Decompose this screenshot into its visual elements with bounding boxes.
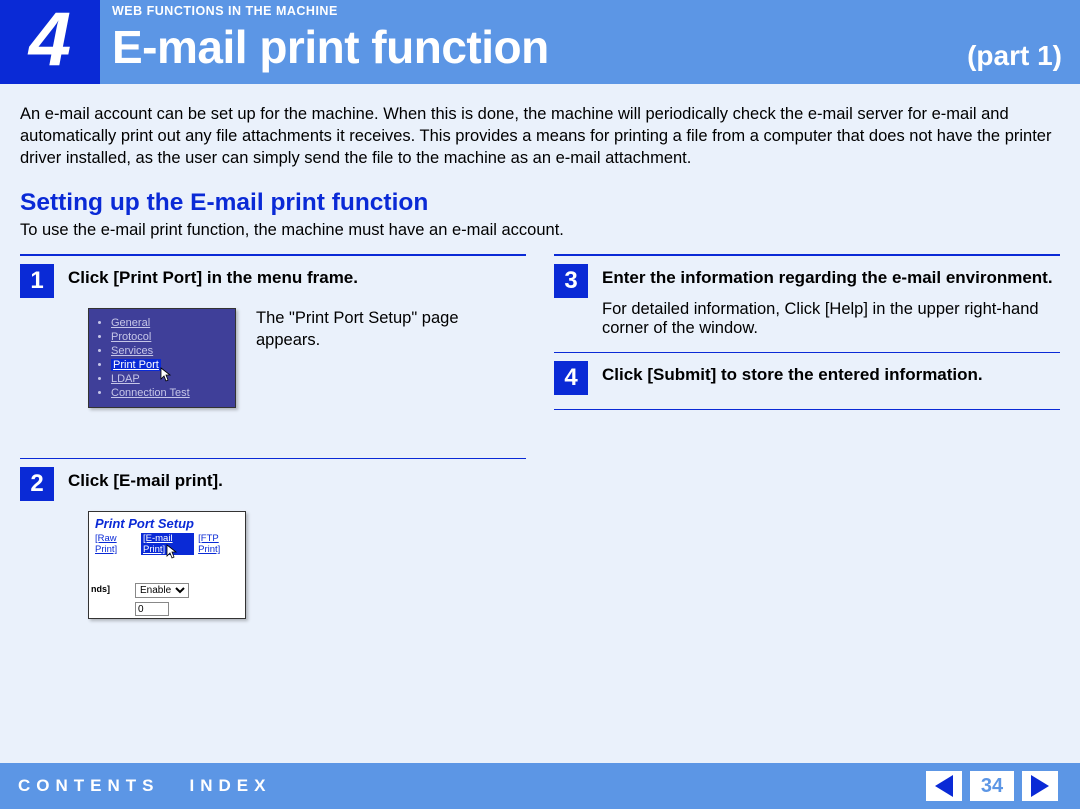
screenshot-menu-item: General [111, 317, 227, 329]
step-body-text: The "Print Port Setup" page appears. [256, 308, 526, 351]
chapter-number-box: 4 [0, 0, 100, 84]
screenshot-title: Print Port Setup [89, 512, 245, 531]
step-body-text: For detailed information, Click [Help] i… [554, 300, 1060, 338]
chapter-header: 4 WEB FUNCTIONS IN THE MACHINE E-mail pr… [0, 0, 1080, 84]
step-2: 2 Click [E-mail print]. Print Port Setup… [20, 459, 526, 619]
chapter-supertitle: WEB FUNCTIONS IN THE MACHINE [112, 4, 338, 18]
footer-bar: CONTENTS INDEX 34 [0, 763, 1080, 809]
screenshot-tab: [Raw Print] [95, 533, 137, 555]
next-page-button[interactable] [1022, 771, 1058, 801]
screenshot-menu-frame: GeneralProtocolServicesPrint PortLDAPCon… [88, 308, 236, 408]
chapter-number: 4 [29, 2, 71, 78]
screenshot-print-port-setup: Print Port Setup [Raw Print][E-mail Prin… [88, 511, 246, 619]
divider [554, 409, 1060, 410]
screenshot-menu-item: Services [111, 345, 227, 357]
step-1: 1 Click [Print Port] in the menu frame. … [20, 256, 526, 408]
chevron-left-icon [935, 775, 953, 797]
section-description: To use the e-mail print function, the ma… [20, 221, 1060, 240]
cursor-icon [159, 367, 175, 383]
enable-select: Enable [135, 583, 189, 598]
step-number: 4 [554, 361, 588, 395]
index-link[interactable]: INDEX [190, 776, 272, 796]
numeric-field [135, 602, 169, 616]
page-title: E-mail print function [112, 20, 549, 74]
cursor-icon [165, 544, 181, 560]
section-heading: Setting up the E-mail print function [20, 189, 1060, 217]
step-title: Click [Print Port] in the menu frame. [68, 264, 358, 288]
step-title: Click [Submit] to store the entered info… [602, 361, 983, 385]
screenshot-tab: [FTP Print] [198, 533, 239, 555]
step-number: 3 [554, 264, 588, 298]
intro-paragraph: An e-mail account can be set up for the … [20, 104, 1060, 169]
part-label: (part 1) [967, 40, 1062, 72]
screenshot-label-fragment: nds] [91, 584, 110, 594]
screenshot-menu-item: Connection Test [111, 387, 227, 399]
step-title: Click [E-mail print]. [68, 467, 223, 491]
prev-page-button[interactable] [926, 771, 962, 801]
chevron-right-icon [1031, 775, 1049, 797]
step-title: Enter the information regarding the e-ma… [602, 264, 1053, 288]
step-number: 2 [20, 467, 54, 501]
screenshot-menu-item: Protocol [111, 331, 227, 343]
step-3: 3 Enter the information regarding the e-… [554, 256, 1060, 338]
step-number: 1 [20, 264, 54, 298]
step-4: 4 Click [Submit] to store the entered in… [554, 353, 1060, 395]
contents-link[interactable]: CONTENTS [18, 776, 160, 796]
page-number: 34 [970, 771, 1014, 801]
